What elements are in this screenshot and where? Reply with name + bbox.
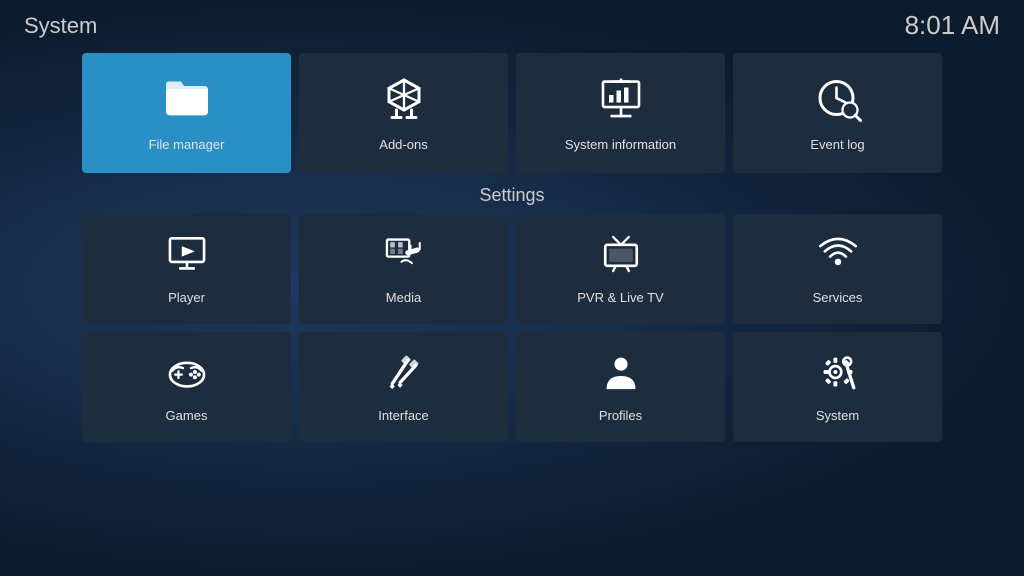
tile-event-log[interactable]: Event log <box>733 53 942 173</box>
addons-icon <box>380 74 428 129</box>
tile-profiles[interactable]: Profiles <box>516 332 725 442</box>
top-row: File manager Add-ons <box>0 53 1024 173</box>
topbar: System 8:01 AM <box>0 0 1024 47</box>
tile-pvr-live-tv[interactable]: PVR & Live TV <box>516 214 725 324</box>
tile-event-log-label: Event log <box>810 137 864 152</box>
main-page: System 8:01 AM File manager <box>0 0 1024 576</box>
games-icon <box>166 351 208 400</box>
tile-add-ons-label: Add-ons <box>379 137 427 152</box>
tile-interface[interactable]: Interface <box>299 332 508 442</box>
media-icon <box>383 233 425 282</box>
clock: 8:01 AM <box>905 10 1000 41</box>
tile-games[interactable]: Games <box>82 332 291 442</box>
interface-icon <box>383 351 425 400</box>
tile-file-manager[interactable]: File manager <box>82 53 291 173</box>
tile-file-manager-label: File manager <box>149 137 225 152</box>
tile-system-label: System <box>816 408 859 423</box>
services-icon <box>817 233 859 282</box>
tile-pvr-live-tv-label: PVR & Live TV <box>577 290 663 305</box>
pvr-icon <box>600 233 642 282</box>
settings-label: Settings <box>0 185 1024 206</box>
tile-add-ons[interactable]: Add-ons <box>299 53 508 173</box>
profiles-icon <box>600 351 642 400</box>
system-info-icon <box>597 74 645 129</box>
settings-row-2: Games Interface <box>0 332 1024 442</box>
tile-services-label: Services <box>813 290 863 305</box>
tile-system[interactable]: System <box>733 332 942 442</box>
folder-icon <box>163 74 211 129</box>
tile-interface-label: Interface <box>378 408 429 423</box>
player-icon <box>166 233 208 282</box>
tile-profiles-label: Profiles <box>599 408 642 423</box>
tile-player-label: Player <box>168 290 205 305</box>
tile-media-label: Media <box>386 290 421 305</box>
settings-section: Settings Player <box>0 185 1024 576</box>
settings-row-1: Player <box>0 214 1024 324</box>
event-log-icon <box>814 74 862 129</box>
tile-system-information-label: System information <box>565 137 676 152</box>
system-icon <box>817 351 859 400</box>
tile-system-information[interactable]: System information <box>516 53 725 173</box>
tile-media[interactable]: Media <box>299 214 508 324</box>
tile-games-label: Games <box>166 408 208 423</box>
page-title: System <box>24 13 97 39</box>
tile-services[interactable]: Services <box>733 214 942 324</box>
tile-player[interactable]: Player <box>82 214 291 324</box>
